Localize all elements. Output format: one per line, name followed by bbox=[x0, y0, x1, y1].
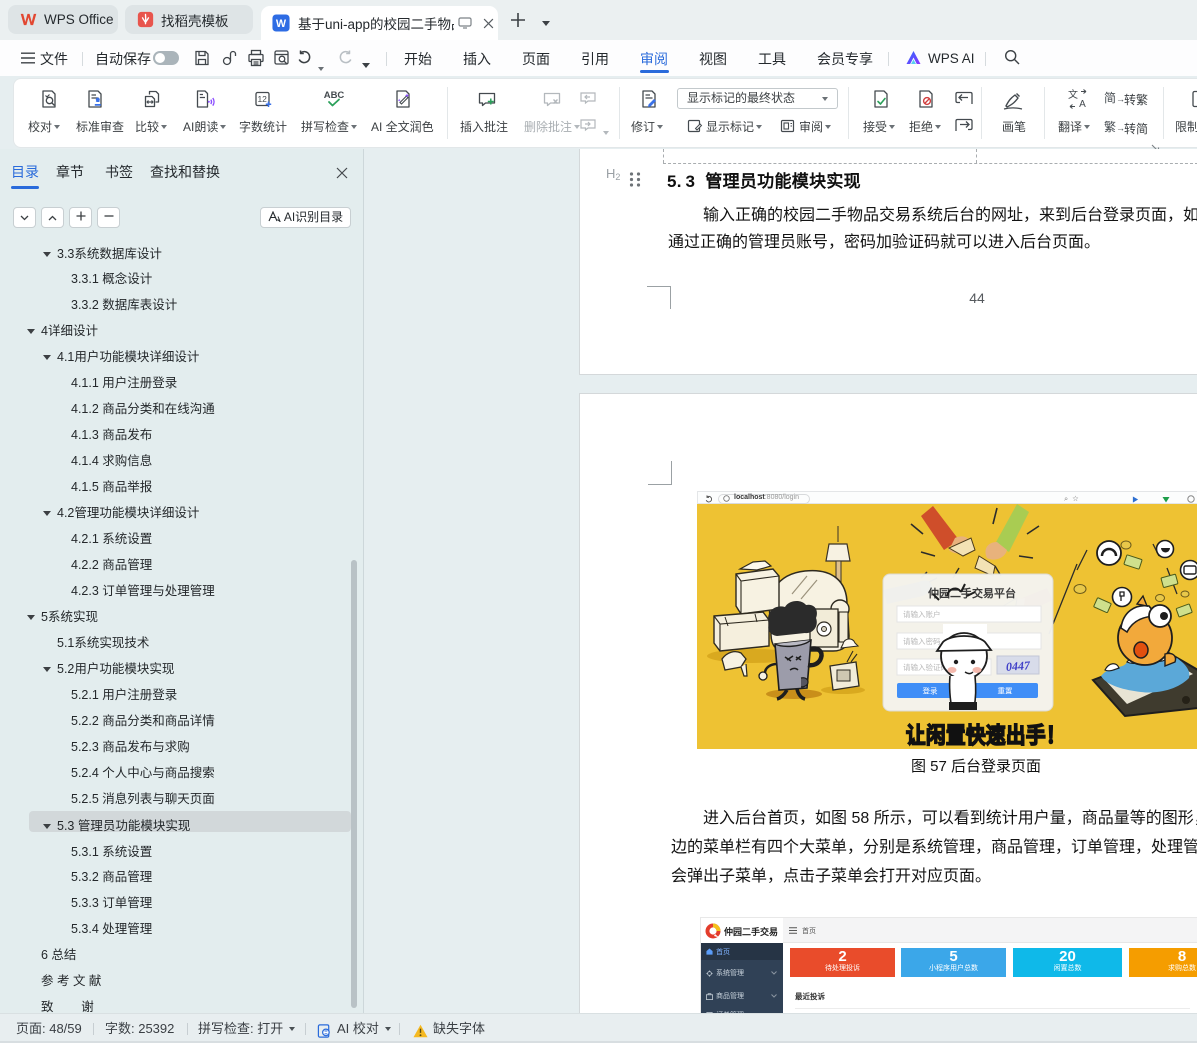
svg-text:A: A bbox=[1079, 99, 1086, 110]
svg-text:登录: 登录 bbox=[923, 686, 938, 696]
svg-text:12: 12 bbox=[257, 94, 267, 104]
svg-text:让闲置快速出手！: 让闲置快速出手！ bbox=[906, 724, 1066, 749]
svg-text:重置: 重置 bbox=[998, 687, 1013, 696]
svg-text:W: W bbox=[276, 18, 287, 30]
svg-text:请输入账户: 请输入账户 bbox=[903, 609, 941, 619]
svg-text:0447: 0447 bbox=[1006, 658, 1032, 674]
svg-text:请输入密码: 请输入密码 bbox=[903, 636, 941, 646]
svg-text:ABC: ABC bbox=[324, 90, 345, 101]
svg-text:文: 文 bbox=[1068, 88, 1078, 101]
